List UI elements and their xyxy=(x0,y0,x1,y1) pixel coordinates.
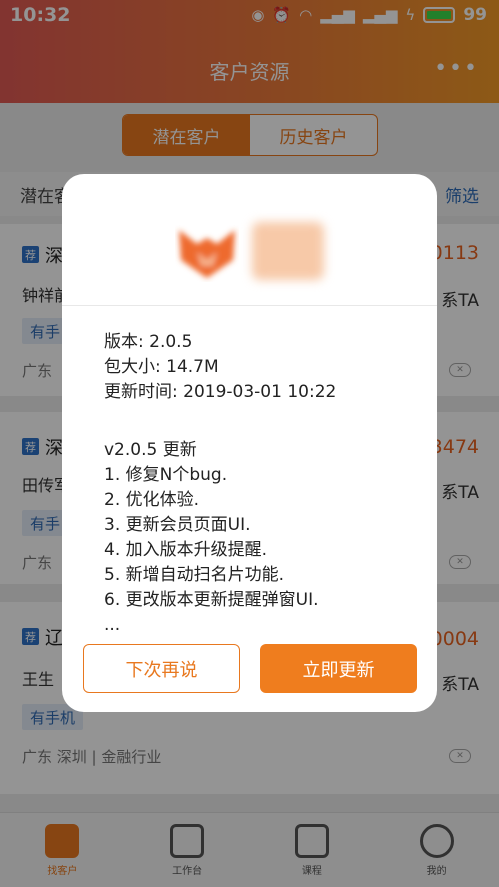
app-logo-icon xyxy=(179,230,235,278)
release-note-more: ... xyxy=(104,615,121,635)
release-note-item: 1. 修复N个bug. xyxy=(104,465,228,485)
app-logo-wordmark xyxy=(252,222,324,280)
dialog-logo-area xyxy=(62,174,437,306)
release-note-item: 6. 更改版本更新提醒弹窗UI. xyxy=(104,590,319,610)
release-note-item: 4. 加入版本升级提醒. xyxy=(104,540,268,560)
release-notes: v2.0.5 更新 1. 修复N个bug. 2. 优化体验. 3. 更新会员页面… xyxy=(104,438,318,638)
update-time: 更新时间: 2019-03-01 10:22 xyxy=(104,382,337,402)
update-dialog: 版本: 2.0.5 包大小: 14.7M 更新时间: 2019-03-01 10… xyxy=(62,174,437,712)
release-note-item: 3. 更新会员页面UI. xyxy=(104,515,251,535)
release-notes-title: v2.0.5 更新 xyxy=(104,440,197,460)
version-number: 版本: 2.0.5 xyxy=(104,332,193,352)
update-now-button[interactable]: 立即更新 xyxy=(260,644,417,693)
release-note-item: 2. 优化体验. xyxy=(104,490,200,510)
release-note-item: 5. 新增自动扫名片功能. xyxy=(104,565,285,585)
package-size: 包大小: 14.7M xyxy=(104,357,219,377)
later-button[interactable]: 下次再说 xyxy=(83,644,240,693)
version-info: 版本: 2.0.5 包大小: 14.7M 更新时间: 2019-03-01 10… xyxy=(104,330,336,405)
